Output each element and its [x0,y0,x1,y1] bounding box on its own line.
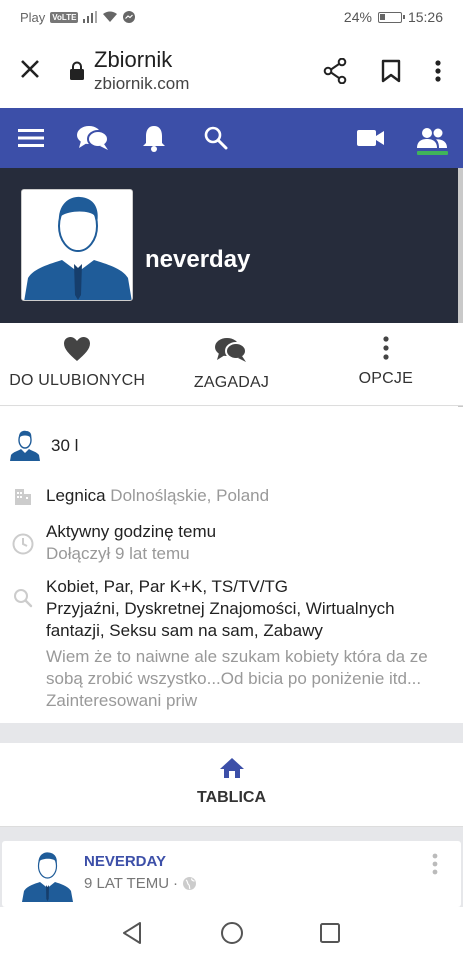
post-more-icon[interactable] [432,853,438,880]
clock: 15:26 [407,9,443,25]
more-vert-icon [383,336,389,360]
signal-icon [83,11,98,23]
info-looking-for: Kobiet, Par, Par K+K, TS/TV/TG Przyjaźni… [0,576,463,712]
more-vert-icon[interactable] [435,60,441,82]
bell-icon[interactable] [142,122,166,154]
carrier: Play [20,9,46,25]
home-icon [219,758,244,778]
bookmark-icon[interactable] [381,59,401,83]
messenger-icon [123,11,136,23]
profile-info: 30 l Legnica Dolnośląskie, Poland Aktywn… [0,407,463,723]
heart-icon [64,337,91,361]
wall-tab[interactable]: TABLICA [0,743,463,827]
post-meta: 9 LAT TEMU · [84,875,197,892]
bio-text: Wiem że to naiwne ale szukam kobiety któ… [46,647,428,710]
region-text: Dolnośląskie, Poland [110,486,270,505]
search-icon [14,589,33,608]
lock-icon [70,61,84,80]
post-author[interactable]: NEVERDAY [84,853,166,870]
globe-icon [183,877,197,890]
favorite-label: DO ULUBIONYCH [9,372,146,389]
page-title: Zbiornik [94,47,173,72]
browser-bar: Zbiornik zbiornik.com [0,34,463,108]
post-card: NEVERDAY 9 LAT TEMU · [2,841,461,907]
search-icon[interactable] [204,122,228,154]
meta-separator: · [173,875,179,892]
back-icon[interactable] [121,921,143,945]
video-icon[interactable] [357,122,385,154]
site-nav [0,108,463,168]
menu-icon[interactable] [18,122,44,154]
chat-button[interactable]: ZAGADAJ [154,323,308,405]
options-button[interactable]: OPCJE [309,323,463,405]
favorite-button[interactable]: DO ULUBIONYCH [0,323,154,405]
avatar[interactable] [21,189,133,301]
city-icon [15,489,31,505]
options-label: OPCJE [358,370,413,387]
profile-header: neverday [0,168,463,323]
network-badge: VoLTE [50,11,79,23]
active-tab-indicator [417,151,448,155]
wall-label: TABLICA [196,789,267,806]
recents-icon[interactable] [320,923,340,943]
people-icon[interactable] [417,122,447,154]
profile-username: neverday [145,246,251,273]
chat-icon [215,338,248,362]
home-circle-icon[interactable] [220,921,244,945]
post-time: 9 LAT TEMU [84,875,170,892]
battery-percent: 24% [343,9,372,25]
share-icon[interactable] [323,58,347,84]
interests-text: Przyjaźni, Dyskretnej Znajomości, Wirtua… [46,599,395,640]
joined-text: Dołączył 9 lat temu [46,544,190,563]
chat-label: ZAGADAJ [193,374,270,391]
post-avatar[interactable] [21,849,74,902]
age-text: 30 l [51,436,79,455]
info-activity: Aktywny godzinę temu Dołączył 9 lat temu [0,521,463,565]
looking-for-text: Kobiet, Par, Par K+K, TS/TV/TG [46,577,289,596]
system-nav-bar [0,907,463,960]
person-icon [10,430,40,461]
chat-icon[interactable] [76,122,110,154]
url-text[interactable]: zbiornik.com [94,73,189,95]
info-age: 30 l [0,429,463,461]
info-location: Legnica Dolnośląskie, Poland [0,485,463,507]
section-gap [0,723,463,743]
status-bar: Play VoLTE 24% 15:26 [0,0,463,34]
close-icon[interactable] [0,55,60,87]
profile-actions: DO ULUBIONYCH ZAGADAJ OPCJE [0,323,463,406]
city-text: Legnica [46,486,106,505]
wifi-icon [103,11,118,22]
active-text: Aktywny godzinę temu [46,522,217,541]
battery-icon [377,11,405,23]
clock-icon [12,533,34,555]
